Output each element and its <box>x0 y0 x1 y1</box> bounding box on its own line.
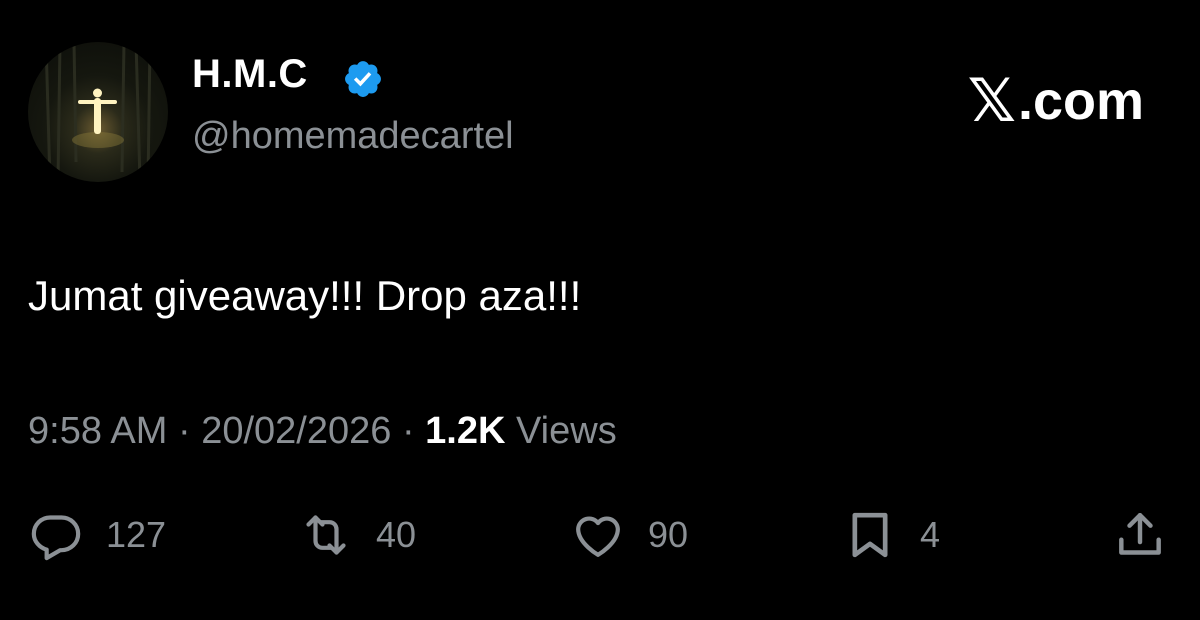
reply-icon <box>31 515 81 561</box>
like-button[interactable]: 90 <box>570 505 688 565</box>
brand-watermark: 𝕏 .com <box>968 66 1144 136</box>
tweet-meta: 9:58 AM · 20/02/2026 · 1.2K Views <box>28 410 617 453</box>
verified-badge-icon <box>345 61 381 97</box>
user-handle[interactable]: @homemadecartel <box>192 115 514 158</box>
views-count[interactable]: 1.2K <box>425 410 505 452</box>
bookmark-count: 4 <box>920 514 941 555</box>
like-count: 90 <box>648 514 689 555</box>
repost-count: 40 <box>376 514 417 555</box>
reply-count: 127 <box>106 514 167 555</box>
meta-separator: · <box>167 410 202 452</box>
x-logo-icon: 𝕏 <box>967 67 1016 134</box>
heart-icon <box>576 516 620 557</box>
reply-button[interactable]: 127 <box>28 505 166 565</box>
repost-icon <box>306 515 346 555</box>
action-bar: 127 40 90 4 <box>28 505 1172 565</box>
tweet-text: Jumat giveaway!!! Drop aza!!! <box>28 272 582 319</box>
share-button[interactable] <box>1112 505 1168 565</box>
avatar[interactable] <box>28 42 168 182</box>
bookmark-icon <box>852 512 888 558</box>
tweet-date[interactable]: 20/02/2026 <box>201 410 391 452</box>
meta-separator: · <box>391 410 426 452</box>
views-label: Views <box>505 410 617 452</box>
brand-domain: .com <box>1017 71 1144 131</box>
display-name[interactable]: H.M.C <box>192 52 308 97</box>
avatar-image <box>44 42 152 182</box>
share-icon <box>1119 512 1161 555</box>
bookmark-button[interactable]: 4 <box>842 505 940 565</box>
tweet-time[interactable]: 9:58 AM <box>28 410 167 452</box>
repost-button[interactable]: 40 <box>298 505 416 565</box>
